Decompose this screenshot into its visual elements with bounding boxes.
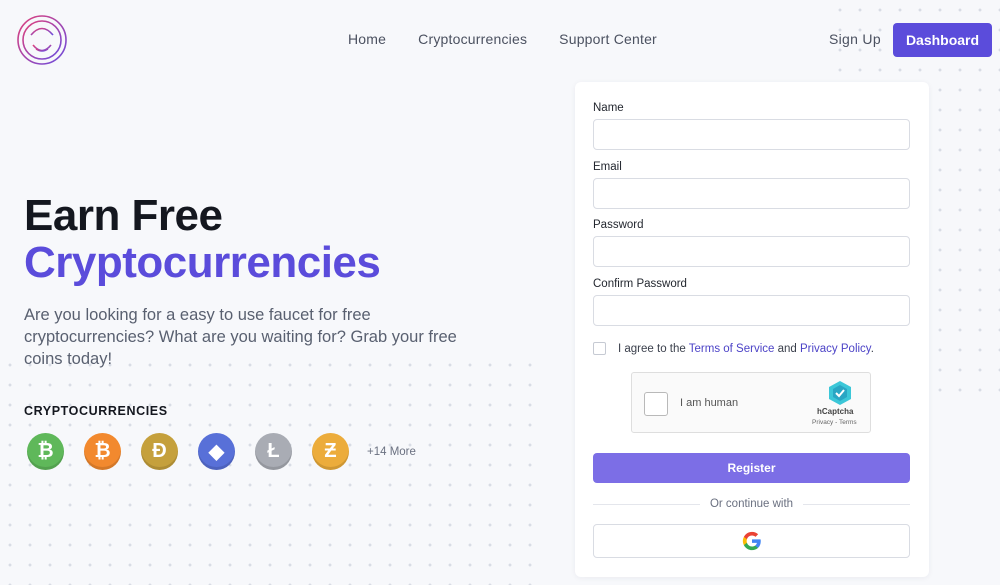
zcash-icon[interactable]: Ƶ — [312, 433, 349, 470]
register-button[interactable]: Register — [593, 453, 910, 483]
google-signin-button[interactable] — [593, 524, 910, 558]
captcha-brand: hCaptcha — [817, 407, 854, 416]
hero-section: Earn Free Cryptocurrencies Are you looki… — [24, 192, 544, 370]
terms-agreement-text: I agree to the Terms of Service and Priv… — [618, 343, 874, 355]
nav-support-center[interactable]: Support Center — [559, 31, 657, 47]
litecoin-icon[interactable]: Ł — [255, 433, 292, 470]
confirm-password-label: Confirm Password — [593, 278, 687, 290]
terms-of-service-link[interactable]: Terms of Service — [689, 343, 775, 355]
captcha-label: I am human — [680, 397, 739, 409]
captcha-privacy-terms[interactable]: Privacy - Terms — [812, 419, 857, 426]
email-label: Email — [593, 161, 622, 173]
name-label: Name — [593, 102, 624, 114]
nav-home[interactable]: Home — [348, 31, 386, 47]
bitcoin-cash-icon[interactable]: ₿ — [27, 433, 64, 470]
divider-line-right — [803, 503, 911, 505]
name-field[interactable] — [593, 119, 910, 150]
agree-prefix: I agree to the — [618, 342, 689, 355]
hero-title: Earn Free Cryptocurrencies — [24, 192, 544, 286]
google-icon — [742, 531, 761, 551]
sign-up-link[interactable]: Sign Up — [829, 31, 881, 47]
top-header: Home Cryptocurrencies Support Center Sig… — [0, 0, 1000, 80]
main-nav: Home Cryptocurrencies Support Center — [348, 31, 657, 47]
more-coins-link[interactable]: +14 More — [367, 446, 416, 458]
divider-line-left — [593, 503, 700, 505]
dogecoin-icon[interactable]: Ð — [141, 433, 178, 470]
agree-and: and — [774, 342, 800, 355]
nav-cryptocurrencies[interactable]: Cryptocurrencies — [418, 31, 527, 47]
continue-with-divider: Or continue with — [593, 497, 911, 511]
hero-description: Are you looking for a easy to use faucet… — [24, 306, 457, 368]
hcaptcha-logo-icon — [829, 381, 851, 405]
hero-title-line1: Earn Free — [24, 191, 223, 240]
privacy-policy-link[interactable]: Privacy Policy — [800, 343, 871, 355]
ethereum-icon[interactable]: ◆ — [198, 433, 235, 470]
captcha-checkbox[interactable] — [644, 392, 668, 416]
dashboard-button[interactable]: Dashboard — [893, 23, 992, 57]
password-field[interactable] — [593, 236, 910, 267]
terms-agreement-row: I agree to the Terms of Service and Priv… — [593, 342, 874, 355]
continue-with-text: Or continue with — [709, 498, 794, 510]
terms-checkbox[interactable] — [593, 342, 606, 355]
cryptocurrencies-heading: CRYPTOCURRENCIES — [24, 404, 168, 418]
site-logo-icon[interactable] — [14, 12, 70, 68]
confirm-password-field[interactable] — [593, 295, 910, 326]
dot-pattern-left — [0, 355, 545, 585]
hero-title-line2: Cryptocurrencies — [24, 238, 381, 287]
hcaptcha-widget: I am human hCaptcha Privacy - Terms — [631, 372, 871, 433]
bitcoin-icon[interactable]: ₿ — [84, 433, 121, 470]
email-field[interactable] — [593, 178, 910, 209]
register-form-card: Name Email Password Confirm Password I a… — [575, 82, 929, 577]
agree-suffix: . — [870, 342, 874, 355]
coin-list: ₿ ₿ Ð ◆ Ł Ƶ +14 More — [27, 433, 416, 470]
password-label: Password — [593, 219, 644, 231]
